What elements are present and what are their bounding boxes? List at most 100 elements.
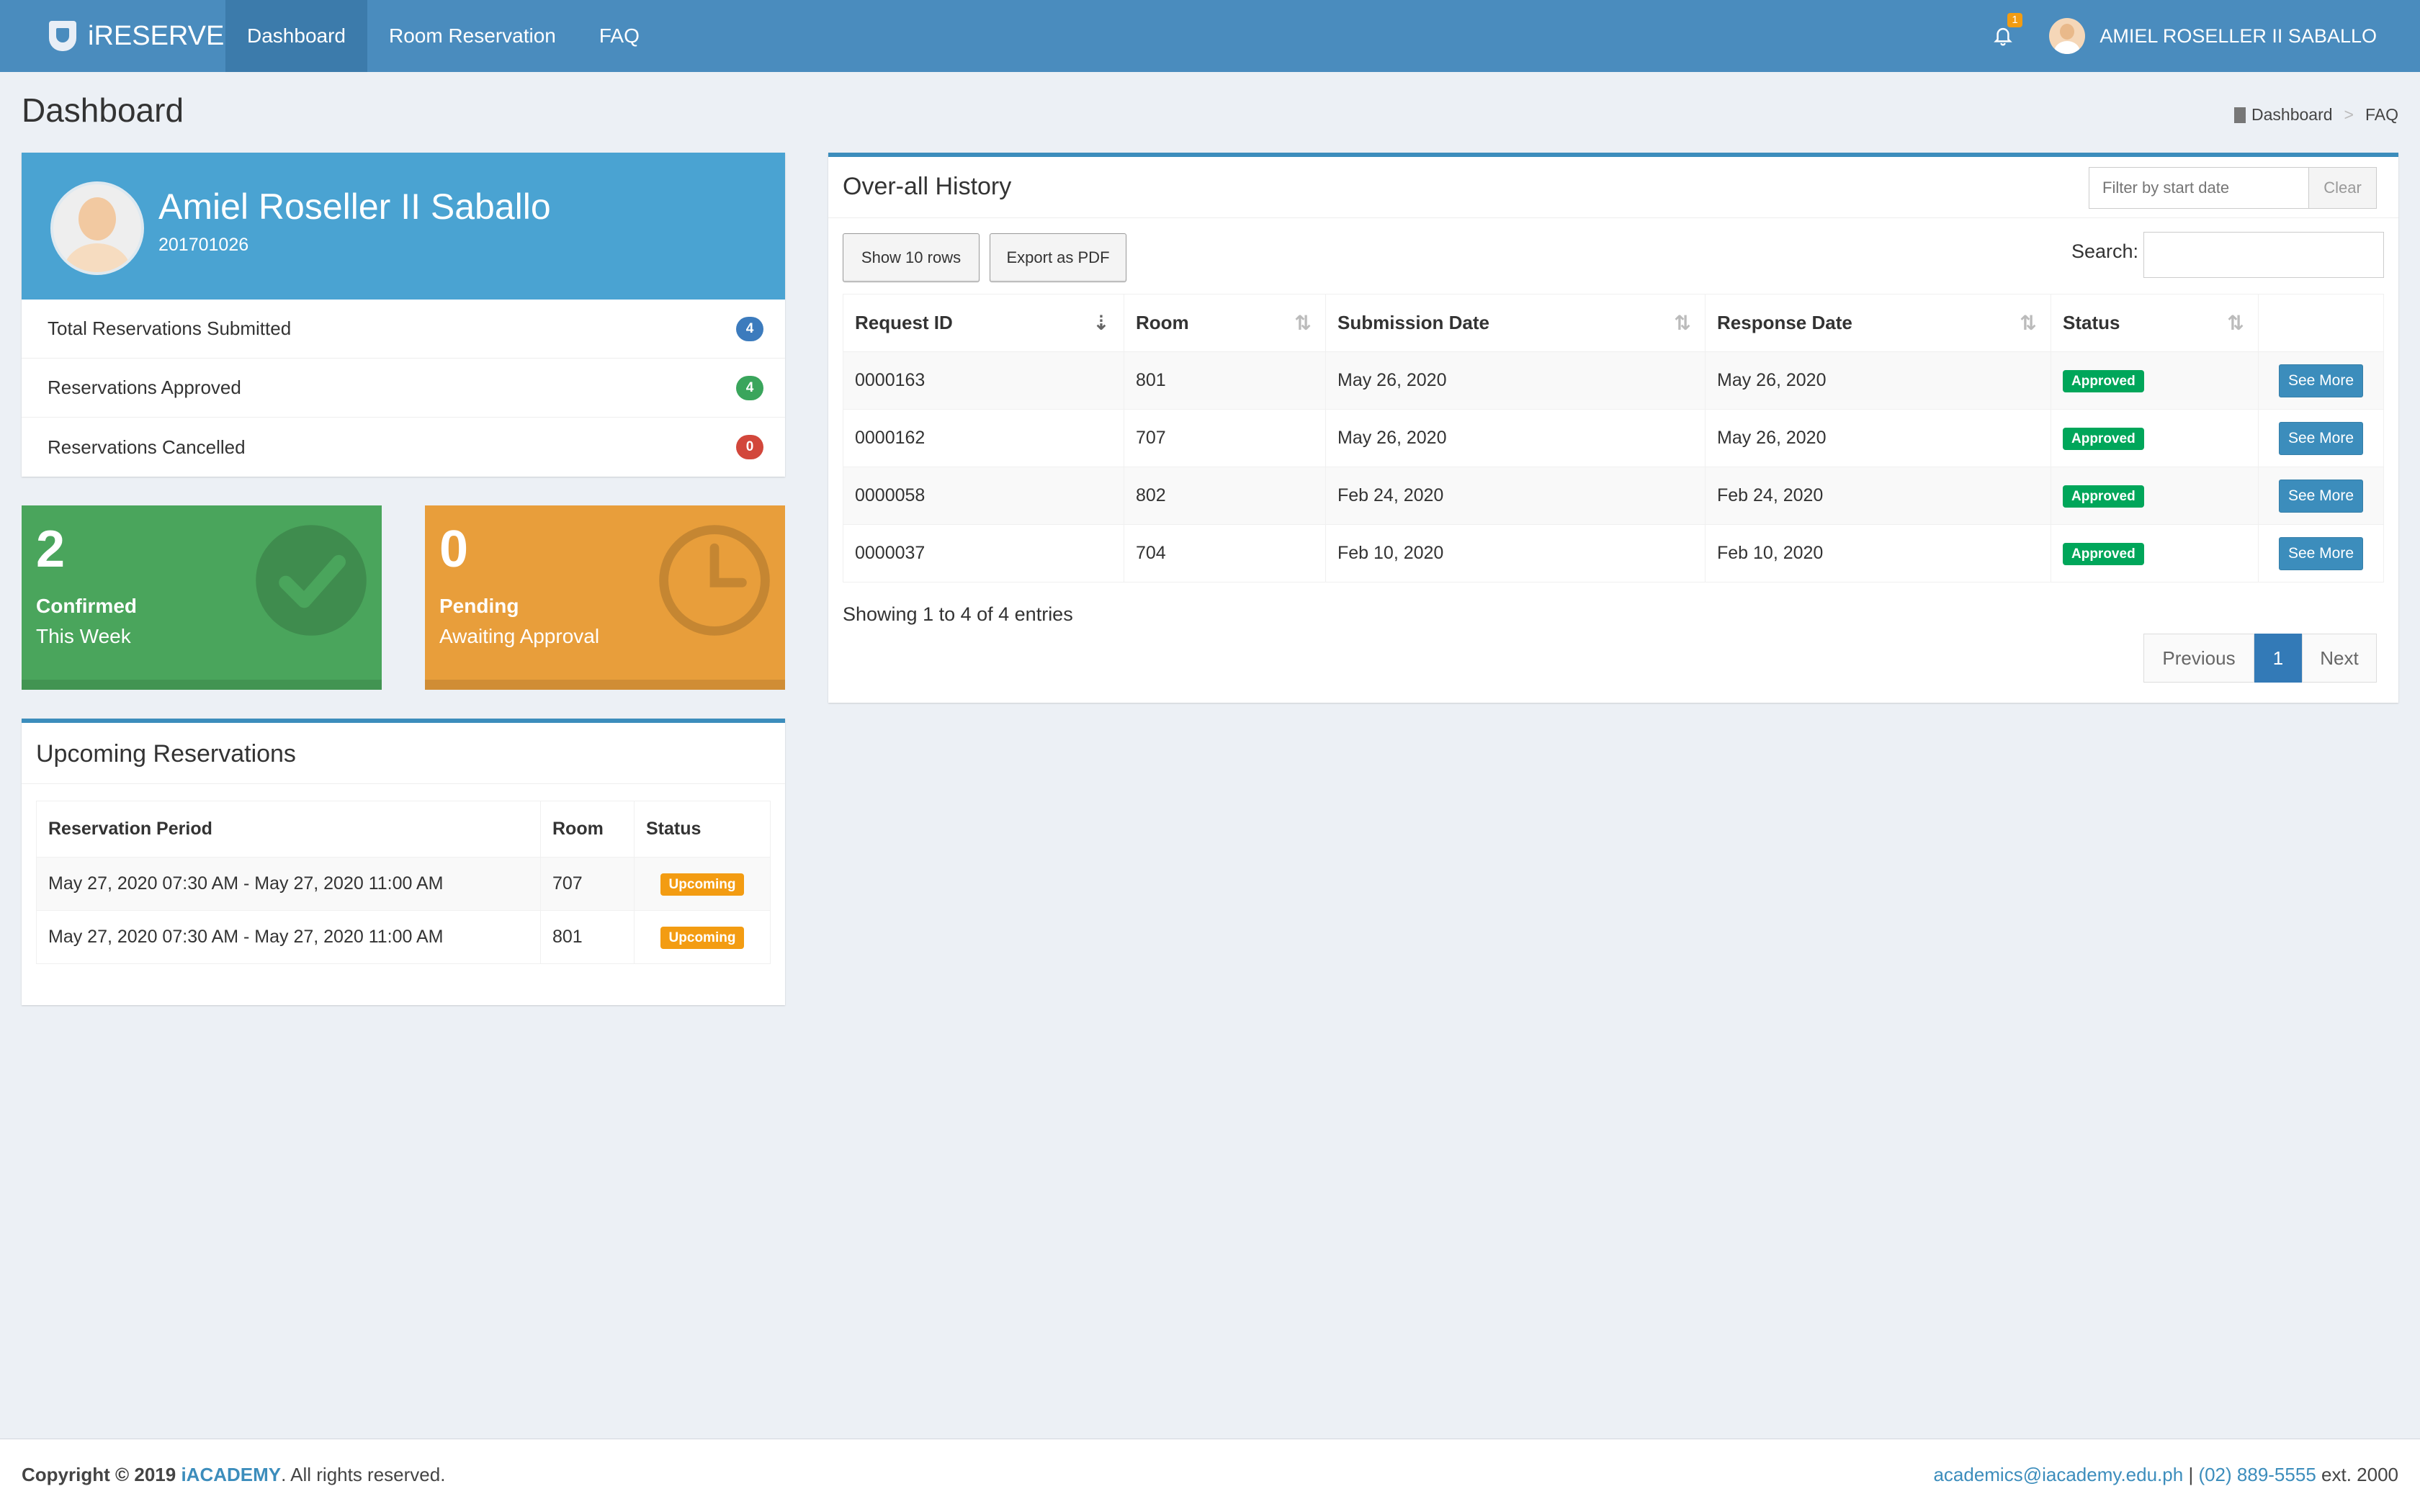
column-header: Reservation Period: [36, 801, 541, 858]
contact-separator: |: [2188, 1464, 2194, 1485]
date-filter: Clear: [2089, 167, 2377, 209]
response-date: May 26, 2020: [1705, 351, 2051, 410]
column-header: Status: [634, 801, 771, 858]
nav-dashboard[interactable]: Dashboard: [225, 0, 367, 72]
brand-name: iRESERVE: [88, 20, 225, 51]
sort-icon: ⇅: [2020, 312, 2037, 334]
room: 802: [1124, 467, 1326, 525]
search-label: Search:: [2071, 240, 2139, 262]
room: 801: [1124, 351, 1326, 410]
see-more-button[interactable]: See More: [2278, 421, 2364, 455]
clear-filter-button[interactable]: Clear: [2309, 167, 2377, 209]
stat-label: Total Reservations Submitted: [48, 318, 292, 339]
breadcrumb: Dashboard > FAQ: [2234, 105, 2398, 125]
previous-page-button[interactable]: Previous: [2143, 634, 2254, 683]
avatar: [2049, 18, 2086, 54]
notifications-button[interactable]: 1: [1974, 0, 2032, 72]
status-badge: Approved: [2063, 369, 2144, 392]
table-row: 0000037 704 Feb 10, 2020 Feb 10, 2020 Ap…: [843, 524, 2384, 582]
submission-date: May 26, 2020: [1325, 409, 1706, 467]
submission-date: May 26, 2020: [1325, 351, 1706, 410]
status-badge: Approved: [2063, 542, 2144, 565]
stat-approved: Reservations Approved 4: [22, 359, 785, 418]
column-label: Submission Date: [1337, 312, 1489, 333]
column-header-response-date[interactable]: Response Date ⇅: [1705, 294, 2051, 352]
reservation-period: May 27, 2020 07:30 AM - May 27, 2020 11:…: [36, 910, 541, 964]
notification-count-badge: 1: [2007, 13, 2022, 27]
breadcrumb-dashboard[interactable]: Dashboard: [2251, 105, 2333, 125]
nav-faq[interactable]: FAQ: [578, 0, 661, 72]
column-header-submission-date[interactable]: Submission Date ⇅: [1325, 294, 1706, 352]
status-badge: Upcoming: [660, 926, 745, 949]
org-link[interactable]: iACADEMY: [181, 1464, 281, 1485]
phone-link[interactable]: (02) 889-5555: [2198, 1464, 2316, 1485]
status-badge: Upcoming: [660, 873, 745, 896]
upcoming-table: Reservation Period Room Status May 27, 2…: [36, 801, 771, 964]
table-row: May 27, 2020 07:30 AM - May 27, 2020 11:…: [36, 910, 771, 964]
see-more-button[interactable]: See More: [2278, 364, 2364, 397]
column-header-actions: [2258, 294, 2384, 352]
export-pdf-button[interactable]: Export as PDF: [990, 233, 1126, 282]
upcoming-reservations-box: Upcoming Reservations Reservation Period…: [22, 719, 785, 1005]
profile-name: Amiel Roseller II Saballo: [158, 186, 551, 227]
pending-box: 0 Pending Awaiting Approval: [425, 505, 785, 690]
next-page-button[interactable]: Next: [2302, 634, 2377, 683]
stat-label: Reservations Approved: [48, 377, 241, 398]
email-link[interactable]: academics@iacademy.edu.ph: [1933, 1464, 2183, 1485]
column-label: Response Date: [1717, 312, 1852, 333]
show-rows-button[interactable]: Show 10 rows: [843, 233, 980, 282]
stat-label: Reservations Cancelled: [48, 436, 246, 458]
table-row: 0000058 802 Feb 24, 2020 Feb 24, 2020 Ap…: [843, 467, 2384, 525]
shield-logo-icon: [49, 21, 76, 51]
user-menu[interactable]: AMIEL ROSELLER II SABALLO: [2032, 18, 2420, 54]
bell-icon: [1994, 27, 2013, 46]
column-header: Room: [540, 801, 635, 858]
box-footer: [22, 680, 382, 690]
user-name: AMIEL ROSELLER II SABALLO: [2099, 24, 2377, 47]
nav-room-reservation[interactable]: Room Reservation: [367, 0, 578, 72]
column-label: Status: [2063, 312, 2120, 333]
status-badge: Approved: [2063, 427, 2144, 450]
confirmed-count: 2: [36, 521, 66, 578]
filter-start-date-input[interactable]: [2089, 167, 2309, 209]
search-input[interactable]: [2143, 232, 2384, 278]
breadcrumb-separator: >: [2344, 105, 2354, 124]
brand[interactable]: iRESERVE: [0, 0, 225, 72]
column-label: Request ID: [855, 312, 953, 333]
sort-icon: ⇅: [1674, 312, 1691, 334]
profile-id: 201701026: [158, 235, 249, 255]
phone-ext: ext. 2000: [2321, 1464, 2398, 1485]
pending-title: Pending: [439, 595, 519, 617]
sort-desc-icon: ⇣: [1093, 312, 1110, 334]
check-circle-icon: [256, 525, 367, 636]
history-table: Request ID ⇣ Room ⇅ Submission Date ⇅ Re…: [843, 294, 2384, 582]
confirmed-title: Confirmed: [36, 595, 137, 617]
submission-date: Feb 10, 2020: [1325, 524, 1706, 582]
see-more-button[interactable]: See More: [2278, 536, 2364, 570]
response-date: Feb 10, 2020: [1705, 524, 2051, 582]
see-more-button[interactable]: See More: [2278, 479, 2364, 513]
page-1-button[interactable]: 1: [2254, 634, 2302, 683]
table-row: 0000163 801 May 26, 2020 May 26, 2020 Ap…: [843, 351, 2384, 410]
column-header-status[interactable]: Status ⇅: [2051, 294, 2259, 352]
stat-cancelled: Reservations Cancelled 0: [22, 418, 785, 477]
pending-count: 0: [439, 521, 469, 578]
copyright-prefix: Copyright © 2019: [22, 1464, 176, 1485]
divider: [22, 783, 785, 784]
overall-history-box: Over-all History Clear Show 10 rows Expo…: [828, 153, 2398, 703]
pagination: Previous 1 Next: [2143, 634, 2377, 683]
column-header-request-id[interactable]: Request ID ⇣: [843, 294, 1124, 352]
table-row: 0000162 707 May 26, 2020 May 26, 2020 Ap…: [843, 409, 2384, 467]
request-id: 0000163: [843, 351, 1124, 410]
request-id: 0000162: [843, 409, 1124, 467]
profile-card: Amiel Roseller II Saballo 201701026 Tota…: [22, 153, 785, 477]
reservation-period: May 27, 2020 07:30 AM - May 27, 2020 11:…: [36, 857, 541, 911]
stat-count-badge: 4: [736, 375, 763, 400]
page-title: Dashboard: [22, 91, 184, 129]
upcoming-title: Upcoming Reservations: [36, 740, 296, 768]
room: 707: [1124, 409, 1326, 467]
copyright: Copyright © 2019 iACADEMY. All rights re…: [22, 1464, 445, 1486]
submission-date: Feb 24, 2020: [1325, 467, 1706, 525]
column-header-room[interactable]: Room ⇅: [1124, 294, 1326, 352]
top-navbar: iRESERVE Dashboard Room Reservation FAQ …: [0, 0, 2420, 72]
